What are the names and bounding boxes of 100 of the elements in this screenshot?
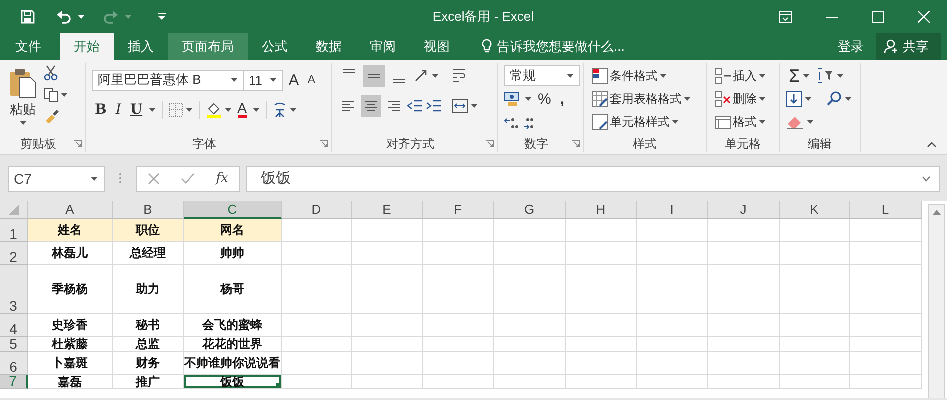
- column-header[interactable]: D: [282, 201, 352, 219]
- column-header[interactable]: B: [113, 201, 184, 219]
- shrink-font-button[interactable]: A: [305, 69, 318, 91]
- caret-icon[interactable]: [432, 74, 439, 78]
- search-icon[interactable]: [826, 91, 842, 107]
- table-cell[interactable]: [708, 375, 780, 389]
- dialog-launcher-icon[interactable]: [572, 140, 580, 148]
- save-icon[interactable]: [20, 8, 36, 24]
- check-icon[interactable]: [180, 172, 195, 184]
- column-header[interactable]: I: [637, 201, 708, 219]
- caret-icon[interactable]: [78, 14, 85, 18]
- font-color-button[interactable]: A: [234, 99, 250, 121]
- row-header[interactable]: 5: [0, 337, 28, 352]
- cell-styles-button[interactable]: 单元格样式: [590, 111, 693, 133]
- column-header[interactable]: L: [850, 201, 922, 219]
- table-cell[interactable]: [494, 375, 566, 389]
- table-cell[interactable]: 林磊儿: [28, 242, 113, 265]
- comma-button[interactable]: ,: [557, 88, 568, 110]
- formula-field[interactable]: 饭饭: [246, 166, 940, 192]
- column-header[interactable]: G: [494, 201, 566, 219]
- caret-icon[interactable]: [61, 93, 68, 97]
- table-cell[interactable]: 史珍香: [28, 314, 113, 337]
- delete-cells-button[interactable]: 删除: [713, 88, 768, 110]
- table-cell[interactable]: [637, 352, 708, 375]
- table-cell[interactable]: [637, 375, 708, 389]
- font-name-dropdown[interactable]: 阿里巴巴普惠体 B: [92, 70, 244, 90]
- collapse-ribbon-icon[interactable]: [927, 142, 937, 148]
- table-cell[interactable]: [566, 352, 637, 375]
- row-header[interactable]: 6: [0, 352, 28, 375]
- eraser-icon[interactable]: [786, 115, 804, 129]
- table-cell[interactable]: [494, 314, 566, 337]
- table-cell[interactable]: [780, 352, 850, 375]
- ribbon-tab[interactable]: 插入: [114, 33, 168, 60]
- table-cell[interactable]: [780, 375, 850, 389]
- table-cell[interactable]: [850, 242, 922, 265]
- table-cell[interactable]: [566, 219, 637, 242]
- fill-bucket-icon[interactable]: [206, 102, 222, 118]
- table-cell[interactable]: [352, 219, 423, 242]
- format-as-table-button[interactable]: 套用表格格式: [590, 88, 693, 110]
- expand-icon[interactable]: [922, 176, 931, 182]
- increase-decimal-icon[interactable]: [504, 116, 520, 130]
- table-cell[interactable]: [566, 242, 637, 265]
- italic-button[interactable]: I: [112, 99, 124, 121]
- table-cell[interactable]: 季杨杨: [28, 265, 113, 314]
- caret-icon[interactable]: [845, 97, 852, 101]
- phonetic-icon[interactable]: [272, 102, 287, 118]
- table-cell[interactable]: [423, 242, 494, 265]
- tell-me-field[interactable]: 告诉我您想要做什么...: [497, 39, 647, 54]
- table-cell[interactable]: [566, 337, 637, 352]
- table-cell[interactable]: 职位: [113, 219, 184, 242]
- name-box[interactable]: C7: [8, 166, 105, 192]
- caret-icon[interactable]: [148, 108, 156, 112]
- scissors-icon[interactable]: [44, 65, 58, 81]
- table-cell[interactable]: 总经理: [113, 242, 184, 265]
- row-header[interactable]: 3: [0, 265, 28, 314]
- autosum-button[interactable]: Σ: [786, 65, 814, 87]
- caret-icon[interactable]: [186, 108, 193, 112]
- column-header[interactable]: J: [708, 201, 780, 219]
- decrease-indent-icon[interactable]: [407, 99, 423, 113]
- redo-icon[interactable]: [103, 10, 119, 24]
- table-cell[interactable]: [423, 337, 494, 352]
- lightbulb-icon[interactable]: [482, 39, 492, 54]
- table-cell[interactable]: 不帅谁帅你说说看: [184, 352, 282, 375]
- insert-cells-button[interactable]: 插入: [713, 65, 768, 87]
- conditional-format-button[interactable]: 条件格式: [590, 65, 693, 87]
- merge-center-icon[interactable]: [452, 98, 468, 114]
- format-cells-button[interactable]: 格式: [713, 111, 768, 133]
- table-cell[interactable]: [637, 265, 708, 314]
- undo-icon[interactable]: [56, 10, 72, 24]
- table-cell[interactable]: [850, 314, 922, 337]
- grow-font-button[interactable]: A: [286, 69, 302, 91]
- table-cell[interactable]: 饭饭: [184, 375, 282, 389]
- table-cell[interactable]: [282, 375, 352, 389]
- ribbon-tab[interactable]: 开始: [60, 33, 114, 60]
- close-icon[interactable]: [918, 10, 930, 22]
- scroll-up-icon[interactable]: [932, 210, 940, 215]
- table-cell[interactable]: [850, 375, 922, 389]
- table-cell[interactable]: [282, 352, 352, 375]
- table-cell[interactable]: 推广: [113, 375, 184, 389]
- fill-down-icon[interactable]: [786, 91, 802, 107]
- borders-icon[interactable]: [168, 103, 183, 117]
- table-cell[interactable]: [566, 265, 637, 314]
- percent-button[interactable]: %: [535, 88, 554, 110]
- column-header[interactable]: K: [780, 201, 850, 219]
- caret-icon[interactable]: [805, 97, 812, 101]
- table-cell[interactable]: 花花的世界: [184, 337, 282, 352]
- ribbon-display-icon[interactable]: [779, 10, 792, 22]
- table-cell[interactable]: [494, 219, 566, 242]
- table-cell[interactable]: [708, 314, 780, 337]
- table-cell[interactable]: [494, 352, 566, 375]
- table-cell[interactable]: [637, 242, 708, 265]
- table-cell[interactable]: [637, 314, 708, 337]
- table-cell[interactable]: [850, 352, 922, 375]
- table-cell[interactable]: [494, 337, 566, 352]
- row-header[interactable]: 2: [0, 242, 28, 265]
- table-cell[interactable]: [708, 352, 780, 375]
- table-cell[interactable]: [566, 314, 637, 337]
- table-cell[interactable]: 财务: [113, 352, 184, 375]
- table-cell[interactable]: [708, 242, 780, 265]
- table-cell[interactable]: [637, 337, 708, 352]
